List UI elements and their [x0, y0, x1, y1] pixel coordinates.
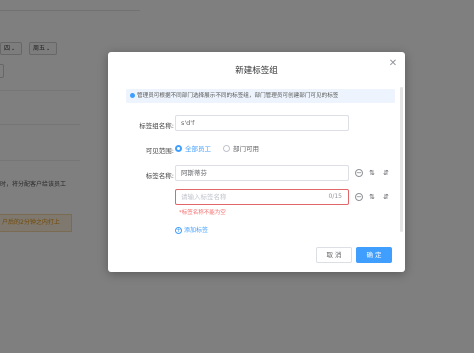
move-up-icon[interactable]: ⇅	[368, 193, 376, 201]
group-name-label: 标签组名称:	[139, 122, 174, 130]
info-text: 管理员可根据不同部门选择展示不同的标签组，部门管理员可创建部门可见的标签	[137, 93, 339, 99]
info-banner: 管理员可根据不同部门选择展示不同的标签组，部门管理员可创建部门可见的标签	[126, 89, 395, 103]
plus-circle-icon: +	[175, 226, 182, 234]
tag-name-error: *标签名称不能为空	[179, 210, 226, 216]
group-name-input[interactable]: s'd'f	[175, 115, 349, 131]
sort-icon[interactable]: ⇵	[382, 169, 390, 177]
tag-name-input[interactable]: 阿斯蒂芬	[175, 165, 349, 181]
new-tag-group-dialog: 新建标签组 ✕ 管理员可根据不同部门选择展示不同的标签组，部门管理员可创建部门可…	[108, 52, 405, 272]
radio-department[interactable]: 部门可用	[223, 145, 259, 154]
tag-name-input-empty[interactable]: 请输入标签名称 0/15	[175, 189, 349, 205]
cancel-button[interactable]: 取 消	[316, 247, 352, 263]
remove-tag-icon[interactable]: −	[355, 193, 363, 201]
close-icon[interactable]: ✕	[387, 58, 399, 70]
move-up-icon[interactable]: ⇅	[368, 169, 376, 177]
confirm-button[interactable]: 确 定	[356, 247, 392, 263]
tag-name-placeholder: 请输入标签名称	[181, 193, 227, 201]
dialog-title: 新建标签组	[235, 66, 278, 76]
dialog-scrollbar[interactable]	[400, 87, 403, 232]
tag-name-label: 标签名称:	[145, 172, 174, 180]
info-icon	[130, 92, 135, 98]
remove-tag-icon[interactable]: −	[355, 169, 363, 177]
char-count: 0/15	[328, 193, 342, 200]
sort-icon[interactable]: ⇵	[382, 193, 390, 201]
radio-checked-icon	[175, 145, 182, 152]
radio-all-employees[interactable]: 全部员工	[175, 145, 211, 154]
visible-range-label: 可见范围:	[145, 147, 174, 155]
add-tag-button[interactable]: + 添加标签	[175, 225, 208, 234]
radio-unchecked-icon	[223, 145, 230, 152]
